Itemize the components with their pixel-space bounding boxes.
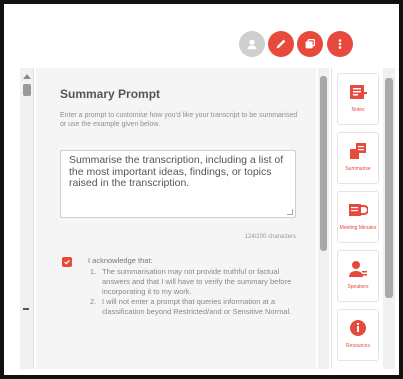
notes-icon [350, 85, 367, 99]
list-item-number: 2. [90, 297, 97, 306]
sidebar-item-label: Notes [351, 107, 365, 113]
list-item-text: The summarisation may not provide truthf… [102, 267, 292, 296]
sidebar-item-label: Summarise [345, 166, 371, 172]
user-button[interactable] [239, 31, 265, 57]
resize-handle-icon[interactable] [287, 209, 293, 215]
meeting-minutes-icon [349, 204, 368, 216]
speakers-icon [349, 261, 367, 277]
sidebar-item-notes[interactable]: Notes [337, 73, 379, 125]
sidebar-item-label: Meeting Minutes [339, 225, 377, 231]
acknowledge-label: I acknowledge that: [88, 256, 153, 265]
summary-prompt-panel: Summary Prompt Enter a prompt to customi… [36, 68, 316, 369]
character-counter: 124/200 characters [244, 234, 296, 240]
more-options-button[interactable] [327, 31, 353, 57]
panel-description: Enter a prompt to customise how you'd li… [60, 112, 298, 128]
sidebar-item-label: Speakers [347, 284, 369, 290]
sidebar-item-label: Resources [346, 343, 370, 349]
summarise-icon [350, 143, 366, 159]
list-item: 1. The summarisation may not provide tru… [90, 267, 296, 297]
panel-title: Summary Prompt [60, 87, 161, 101]
tools-sidebar: Notes Summarise Meeting Minutes Speakers… [331, 68, 383, 369]
sidebar-scrollbar[interactable] [383, 68, 395, 369]
sidebar-scroll-thumb[interactable] [385, 78, 393, 298]
acknowledge-checkbox[interactable] [62, 257, 72, 267]
sidebar-item-summarise[interactable]: Summarise [337, 132, 379, 184]
acknowledge-list: 1. The summarisation may not provide tru… [90, 267, 296, 317]
sidebar-item-meeting-minutes[interactable]: Meeting Minutes [337, 191, 379, 243]
edit-button[interactable] [268, 31, 294, 57]
top-bar [20, 8, 396, 68]
prompt-text: Summarise the transcription, including a… [69, 154, 284, 189]
pencil-icon [276, 39, 286, 49]
sidebar-item-resources[interactable]: Resources [337, 309, 379, 361]
user-icon [247, 39, 257, 50]
content-scroll-thumb[interactable] [320, 76, 327, 251]
content-scrollbar[interactable] [318, 68, 329, 369]
left-scrollbar[interactable] [20, 68, 34, 369]
sidebar-item-speakers[interactable]: Speakers [337, 250, 379, 302]
scroll-up-icon[interactable] [23, 74, 31, 79]
prompt-input[interactable]: Summarise the transcription, including a… [60, 150, 296, 218]
resources-icon [350, 320, 366, 336]
list-item: 2. I will not enter a prompt that querie… [90, 297, 296, 317]
list-item-number: 1. [90, 267, 97, 276]
more-icon [338, 39, 342, 49]
copy-icon [305, 38, 316, 49]
list-item-text: I will not enter a prompt that queries i… [102, 297, 292, 316]
checkmark-icon [64, 259, 70, 265]
copy-button[interactable] [297, 31, 323, 57]
scroll-thumb[interactable] [23, 84, 31, 96]
scroll-marker [23, 308, 29, 310]
